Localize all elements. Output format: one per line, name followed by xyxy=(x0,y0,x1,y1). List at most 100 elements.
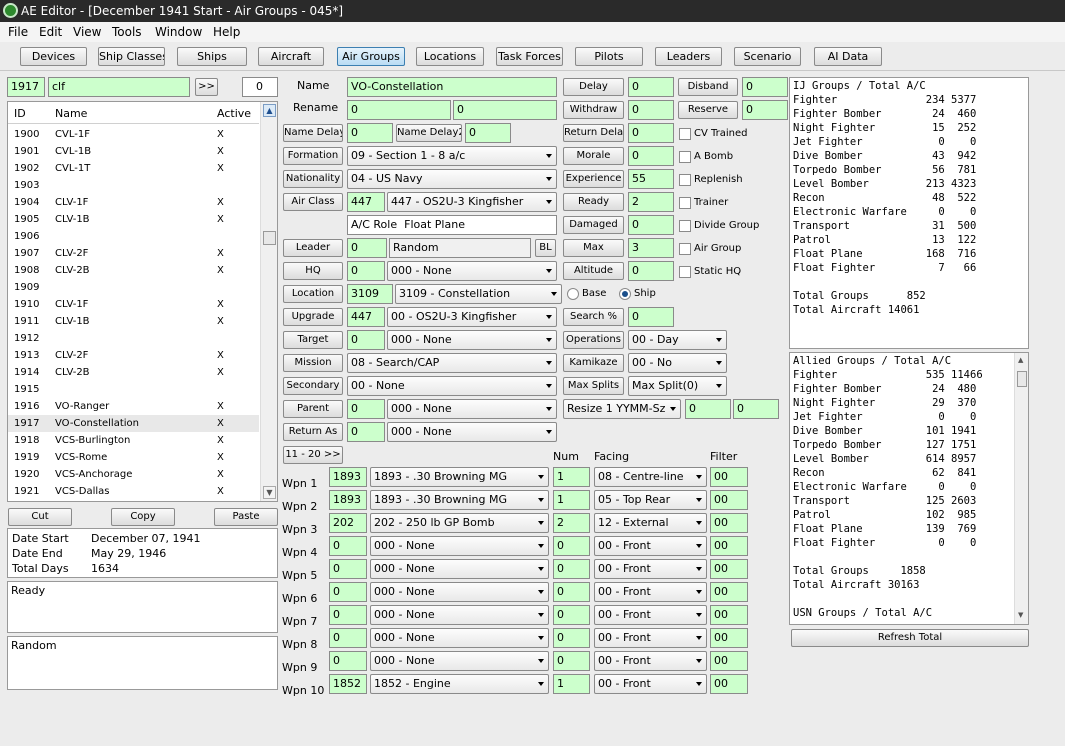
weapon-dropdown[interactable]: 000 - None xyxy=(370,628,549,648)
weapon-facing-dropdown[interactable]: 00 - Front xyxy=(594,628,707,648)
delay-button[interactable]: Delay xyxy=(563,78,624,96)
hq-dropdown[interactable]: 000 - None xyxy=(387,261,557,281)
totals-scroll-thumb[interactable] xyxy=(1017,371,1027,387)
parent-button[interactable]: Parent xyxy=(283,400,343,418)
return-delay-field[interactable]: 0 xyxy=(628,123,674,143)
morale-button[interactable]: Morale xyxy=(563,147,624,165)
tab-ship-classes[interactable]: Ship Classes xyxy=(98,47,165,66)
target-dropdown[interactable]: 000 - None xyxy=(387,330,557,350)
tab-aircraft[interactable]: Aircraft xyxy=(258,47,324,66)
tab-pilots[interactable]: Pilots xyxy=(575,47,643,66)
leader-id-field[interactable]: 0 xyxy=(347,238,387,258)
menu-edit[interactable]: Edit xyxy=(39,25,62,39)
weapon-dropdown[interactable]: 000 - None xyxy=(370,582,549,602)
copy-button[interactable]: Copy xyxy=(111,508,175,526)
withdraw-field[interactable]: 0 xyxy=(628,100,674,120)
static-hq-checkbox[interactable]: Static HQ xyxy=(679,266,741,278)
weapon-dropdown[interactable]: 000 - None xyxy=(370,536,549,556)
morale-field[interactable]: 0 xyxy=(628,146,674,166)
weapon-facing-dropdown[interactable]: 00 - Front xyxy=(594,559,707,579)
scroll-down-arrow-icon[interactable]: ▼ xyxy=(263,486,276,499)
upgrade-dropdown[interactable]: 00 - OS2U-3 Kingfisher xyxy=(387,307,557,327)
weapon-facing-dropdown[interactable]: 05 - Top Rear xyxy=(594,490,707,510)
trainer-checkbox[interactable]: Trainer xyxy=(679,197,728,209)
rename-field-1[interactable]: 0 xyxy=(347,100,451,120)
mission-dropdown[interactable]: 08 - Search/CAP xyxy=(347,353,557,373)
mission-button[interactable]: Mission xyxy=(283,354,343,372)
weapon-facing-dropdown[interactable]: 00 - Front xyxy=(594,651,707,671)
tab-locations[interactable]: Locations xyxy=(416,47,484,66)
air-class-button[interactable]: Air Class xyxy=(283,193,343,211)
weapon-facing-dropdown[interactable]: 08 - Centre-line xyxy=(594,467,707,487)
leader-button[interactable]: Leader xyxy=(283,239,343,257)
column-active[interactable]: Active xyxy=(217,107,251,120)
weapon-dropdown[interactable]: 1852 - Engine xyxy=(370,674,549,694)
weapon-id-field[interactable]: 1893 xyxy=(329,467,367,487)
target-id-field[interactable]: 0 xyxy=(347,330,385,350)
weapon-id-field[interactable]: 0 xyxy=(329,605,367,625)
tab-devices[interactable]: Devices xyxy=(20,47,87,66)
weapon-id-field[interactable]: 1893 xyxy=(329,490,367,510)
hq-button[interactable]: HQ xyxy=(283,262,343,280)
reserve-field[interactable]: 0 xyxy=(742,100,788,120)
replenish-checkbox[interactable]: Replenish xyxy=(679,174,743,186)
weapon-filter-field[interactable]: 00 xyxy=(710,513,748,533)
weapon-dropdown[interactable]: 000 - None xyxy=(370,651,549,671)
weapon-facing-dropdown[interactable]: 12 - External xyxy=(594,513,707,533)
altitude-field[interactable]: 0 xyxy=(628,261,674,281)
weapon-dropdown[interactable]: 000 - None xyxy=(370,559,549,579)
air-class-dropdown[interactable]: 447 - OS2U-3 Kingfisher xyxy=(387,192,557,212)
weapon-num-field[interactable]: 0 xyxy=(553,582,590,602)
weapon-filter-field[interactable]: 00 xyxy=(710,559,748,579)
list-item[interactable]: 1902 CVL-1T X xyxy=(8,160,259,177)
weapon-id-field[interactable]: 202 xyxy=(329,513,367,533)
weapon-id-field[interactable]: 0 xyxy=(329,651,367,671)
ship-radio[interactable]: Ship xyxy=(619,288,656,300)
max-splits-dropdown[interactable]: Max Split(0) xyxy=(628,376,727,396)
tab-leaders[interactable]: Leaders xyxy=(655,47,722,66)
weapon-num-field[interactable]: 1 xyxy=(553,467,590,487)
list-item[interactable]: 1906 xyxy=(8,228,259,245)
weapon-filter-field[interactable]: 00 xyxy=(710,628,748,648)
weapon-page-button[interactable]: 11 - 20 >> xyxy=(283,446,343,464)
list-item[interactable]: 1918 VCS-Burlington X xyxy=(8,432,259,449)
base-radio[interactable]: Base xyxy=(567,288,606,300)
weapon-facing-dropdown[interactable]: 00 - Front xyxy=(594,582,707,602)
weapon-filter-field[interactable]: 00 xyxy=(710,674,748,694)
resize-field-b[interactable]: 0 xyxy=(733,399,779,419)
list-item[interactable]: 1911 CLV-1B X xyxy=(8,313,259,330)
list-item[interactable]: 1912 xyxy=(8,330,259,347)
weapon-facing-dropdown[interactable]: 00 - Front xyxy=(594,605,707,625)
ready-button[interactable]: Ready xyxy=(563,193,624,211)
divide-group-checkbox[interactable]: Divide Group xyxy=(679,220,759,232)
weapon-dropdown[interactable]: 000 - None xyxy=(370,605,549,625)
name-delay2-button[interactable]: Name Delay2 xyxy=(396,124,462,142)
resize-field-a[interactable]: 0 xyxy=(685,399,731,419)
weapon-id-field[interactable]: 0 xyxy=(329,582,367,602)
list-item[interactable]: 1910 CLV-1F X xyxy=(8,296,259,313)
delay-field[interactable]: 0 xyxy=(628,77,674,97)
find-next-button[interactable]: >> xyxy=(195,78,218,96)
air-class-id-field[interactable]: 447 xyxy=(347,192,385,212)
search-id-field[interactable]: 1917 xyxy=(7,77,45,97)
weapon-num-field[interactable]: 1 xyxy=(553,490,590,510)
operations-button[interactable]: Operations xyxy=(563,331,624,349)
menu-window[interactable]: Window xyxy=(155,25,202,39)
parent-id-field[interactable]: 0 xyxy=(347,399,385,419)
max-splits-button[interactable]: Max Splits xyxy=(563,377,624,395)
weapon-filter-field[interactable]: 00 xyxy=(710,582,748,602)
search-text-field[interactable]: clf xyxy=(48,77,190,97)
air-group-checkbox[interactable]: Air Group xyxy=(679,243,741,255)
tab-air-groups[interactable]: Air Groups xyxy=(337,47,405,66)
tab-ships[interactable]: Ships xyxy=(177,47,247,66)
scroll-thumb[interactable] xyxy=(263,231,276,245)
scroll-up-arrow-icon[interactable]: ▲ xyxy=(263,104,276,117)
kamikaze-dropdown[interactable]: 00 - No xyxy=(628,353,727,373)
list-item[interactable]: 1901 CVL-1B X xyxy=(8,143,259,160)
weapon-filter-field[interactable]: 00 xyxy=(710,467,748,487)
name-field[interactable]: VO-Constellation xyxy=(347,77,557,97)
upgrade-button[interactable]: Upgrade xyxy=(283,308,343,326)
list-item[interactable]: 1919 VCS-Rome X xyxy=(8,449,259,466)
weapon-num-field[interactable]: 0 xyxy=(553,559,590,579)
nationality-button[interactable]: Nationality xyxy=(283,170,343,188)
